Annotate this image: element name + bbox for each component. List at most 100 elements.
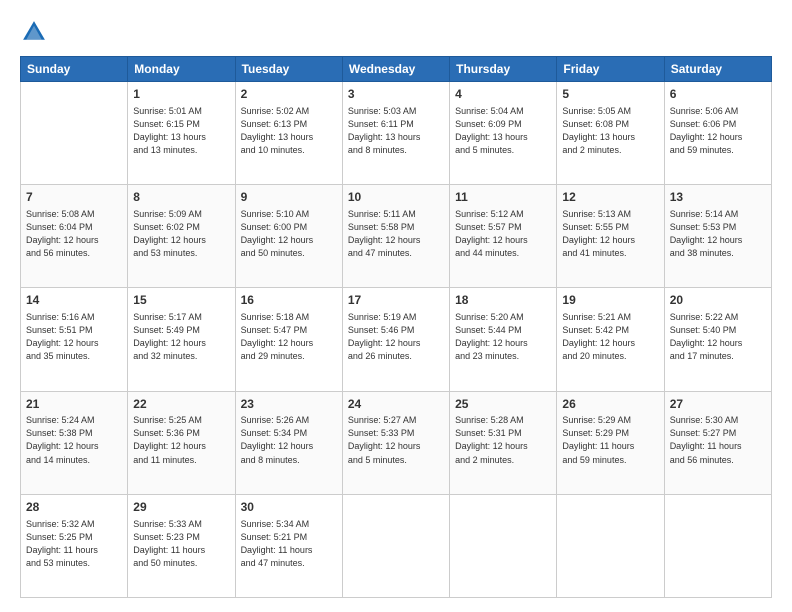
day-info: Sunrise: 5:25 AM Sunset: 5:36 PM Dayligh…	[133, 414, 229, 466]
day-number: 19	[562, 292, 658, 309]
weekday-header: Thursday	[450, 57, 557, 82]
calendar-cell	[557, 494, 664, 597]
day-info: Sunrise: 5:05 AM Sunset: 6:08 PM Dayligh…	[562, 105, 658, 157]
calendar-table: SundayMondayTuesdayWednesdayThursdayFrid…	[20, 56, 772, 598]
day-info: Sunrise: 5:20 AM Sunset: 5:44 PM Dayligh…	[455, 311, 551, 363]
calendar-cell: 25Sunrise: 5:28 AM Sunset: 5:31 PM Dayli…	[450, 391, 557, 494]
day-number: 3	[348, 86, 444, 103]
calendar-week-row: 7 Sunrise: 5:08 AM Sunset: 6:04 PM Daylig…	[21, 185, 772, 288]
day-number: 29	[133, 499, 229, 516]
day-info: Sunrise: 5:08 AM Sunset: 6:04 PM Dayligh…	[26, 208, 122, 260]
header	[20, 18, 772, 46]
calendar-cell: 16 Sunrise: 5:18 AM Sunset: 5:47 PM Dayli…	[235, 288, 342, 391]
calendar-week-row: 28 Sunrise: 5:32 AM Sunset: 5:25 PM Dayli…	[21, 494, 772, 597]
logo	[20, 18, 52, 46]
day-number: 15	[133, 292, 229, 309]
calendar-cell: 4 Sunrise: 5:04 AM Sunset: 6:09 PM Daylig…	[450, 82, 557, 185]
day-number: 17	[348, 292, 444, 309]
weekday-header: Saturday	[664, 57, 771, 82]
day-info: Sunrise: 5:21 AM Sunset: 5:42 PM Dayligh…	[562, 311, 658, 363]
calendar-header: SundayMondayTuesdayWednesdayThursdayFrid…	[21, 57, 772, 82]
calendar-cell: 8Sunrise: 5:09 AM Sunset: 6:02 PM Daylig…	[128, 185, 235, 288]
day-info: Sunrise: 5:10 AM Sunset: 6:00 PM Dayligh…	[241, 208, 337, 260]
day-number: 7	[26, 189, 122, 206]
calendar-cell: 24Sunrise: 5:27 AM Sunset: 5:33 PM Dayli…	[342, 391, 449, 494]
calendar-cell: 1 Sunrise: 5:01 AM Sunset: 6:15 PM Daylig…	[128, 82, 235, 185]
calendar-cell: 29Sunrise: 5:33 AM Sunset: 5:23 PM Dayli…	[128, 494, 235, 597]
day-info: Sunrise: 5:04 AM Sunset: 6:09 PM Dayligh…	[455, 105, 551, 157]
calendar-cell: 21Sunrise: 5:24 AM Sunset: 5:38 PM Dayli…	[21, 391, 128, 494]
day-info: Sunrise: 5:26 AM Sunset: 5:34 PM Dayligh…	[241, 414, 337, 466]
calendar-cell: 28 Sunrise: 5:32 AM Sunset: 5:25 PM Dayli…	[21, 494, 128, 597]
calendar-cell: 27Sunrise: 5:30 AM Sunset: 5:27 PM Dayli…	[664, 391, 771, 494]
day-number: 26	[562, 396, 658, 413]
day-info: Sunrise: 5:30 AM Sunset: 5:27 PM Dayligh…	[670, 414, 766, 466]
day-info: Sunrise: 5:32 AM Sunset: 5:25 PM Dayligh…	[26, 518, 122, 570]
day-number: 21	[26, 396, 122, 413]
day-number: 6	[670, 86, 766, 103]
calendar-cell: 9Sunrise: 5:10 AM Sunset: 6:00 PM Daylig…	[235, 185, 342, 288]
day-number: 30	[241, 499, 337, 516]
calendar-cell: 2 Sunrise: 5:02 AM Sunset: 6:13 PM Daylig…	[235, 82, 342, 185]
day-number: 1	[133, 86, 229, 103]
calendar-cell: 30Sunrise: 5:34 AM Sunset: 5:21 PM Dayli…	[235, 494, 342, 597]
day-info: Sunrise: 5:13 AM Sunset: 5:55 PM Dayligh…	[562, 208, 658, 260]
day-number: 13	[670, 189, 766, 206]
day-number: 28	[26, 499, 122, 516]
day-number: 24	[348, 396, 444, 413]
calendar-cell	[664, 494, 771, 597]
calendar-cell: 11Sunrise: 5:12 AM Sunset: 5:57 PM Dayli…	[450, 185, 557, 288]
weekday-header: Wednesday	[342, 57, 449, 82]
calendar-cell: 14Sunrise: 5:16 AM Sunset: 5:51 PM Dayli…	[21, 288, 128, 391]
calendar-cell	[342, 494, 449, 597]
weekday-header: Friday	[557, 57, 664, 82]
calendar-cell: 20Sunrise: 5:22 AM Sunset: 5:40 PM Dayli…	[664, 288, 771, 391]
calendar-cell	[21, 82, 128, 185]
calendar-cell: 12 Sunrise: 5:13 AM Sunset: 5:55 PM Dayli…	[557, 185, 664, 288]
day-info: Sunrise: 5:12 AM Sunset: 5:57 PM Dayligh…	[455, 208, 551, 260]
calendar-cell: 3 Sunrise: 5:03 AM Sunset: 6:11 PM Daylig…	[342, 82, 449, 185]
day-info: Sunrise: 5:16 AM Sunset: 5:51 PM Dayligh…	[26, 311, 122, 363]
day-info: Sunrise: 5:01 AM Sunset: 6:15 PM Dayligh…	[133, 105, 229, 157]
logo-icon	[20, 18, 48, 46]
page: SundayMondayTuesdayWednesdayThursdayFrid…	[0, 0, 792, 612]
calendar-cell: 19 Sunrise: 5:21 AM Sunset: 5:42 PM Dayli…	[557, 288, 664, 391]
day-info: Sunrise: 5:19 AM Sunset: 5:46 PM Dayligh…	[348, 311, 444, 363]
calendar-week-row: 21Sunrise: 5:24 AM Sunset: 5:38 PM Dayli…	[21, 391, 772, 494]
day-number: 23	[241, 396, 337, 413]
day-info: Sunrise: 5:22 AM Sunset: 5:40 PM Dayligh…	[670, 311, 766, 363]
day-info: Sunrise: 5:06 AM Sunset: 6:06 PM Dayligh…	[670, 105, 766, 157]
day-number: 5	[562, 86, 658, 103]
calendar-cell: 23Sunrise: 5:26 AM Sunset: 5:34 PM Dayli…	[235, 391, 342, 494]
day-info: Sunrise: 5:11 AM Sunset: 5:58 PM Dayligh…	[348, 208, 444, 260]
weekday-header: Tuesday	[235, 57, 342, 82]
day-number: 25	[455, 396, 551, 413]
calendar-week-row: 14Sunrise: 5:16 AM Sunset: 5:51 PM Dayli…	[21, 288, 772, 391]
day-info: Sunrise: 5:24 AM Sunset: 5:38 PM Dayligh…	[26, 414, 122, 466]
calendar-cell: 10 Sunrise: 5:11 AM Sunset: 5:58 PM Dayli…	[342, 185, 449, 288]
day-info: Sunrise: 5:17 AM Sunset: 5:49 PM Dayligh…	[133, 311, 229, 363]
calendar-cell: 17 Sunrise: 5:19 AM Sunset: 5:46 PM Dayli…	[342, 288, 449, 391]
day-info: Sunrise: 5:03 AM Sunset: 6:11 PM Dayligh…	[348, 105, 444, 157]
day-number: 16	[241, 292, 337, 309]
day-number: 12	[562, 189, 658, 206]
calendar-cell: 7 Sunrise: 5:08 AM Sunset: 6:04 PM Daylig…	[21, 185, 128, 288]
calendar-week-row: 1 Sunrise: 5:01 AM Sunset: 6:15 PM Daylig…	[21, 82, 772, 185]
day-number: 10	[348, 189, 444, 206]
day-number: 18	[455, 292, 551, 309]
day-number: 4	[455, 86, 551, 103]
weekday-header: Monday	[128, 57, 235, 82]
day-info: Sunrise: 5:27 AM Sunset: 5:33 PM Dayligh…	[348, 414, 444, 466]
calendar-cell: 22Sunrise: 5:25 AM Sunset: 5:36 PM Dayli…	[128, 391, 235, 494]
day-number: 2	[241, 86, 337, 103]
calendar-cell: 5 Sunrise: 5:05 AM Sunset: 6:08 PM Daylig…	[557, 82, 664, 185]
weekday-row: SundayMondayTuesdayWednesdayThursdayFrid…	[21, 57, 772, 82]
day-number: 8	[133, 189, 229, 206]
calendar-cell: 18 Sunrise: 5:20 AM Sunset: 5:44 PM Dayli…	[450, 288, 557, 391]
calendar-cell: 26Sunrise: 5:29 AM Sunset: 5:29 PM Dayli…	[557, 391, 664, 494]
day-info: Sunrise: 5:18 AM Sunset: 5:47 PM Dayligh…	[241, 311, 337, 363]
day-info: Sunrise: 5:02 AM Sunset: 6:13 PM Dayligh…	[241, 105, 337, 157]
calendar-cell: 13Sunrise: 5:14 AM Sunset: 5:53 PM Dayli…	[664, 185, 771, 288]
day-number: 22	[133, 396, 229, 413]
day-number: 27	[670, 396, 766, 413]
